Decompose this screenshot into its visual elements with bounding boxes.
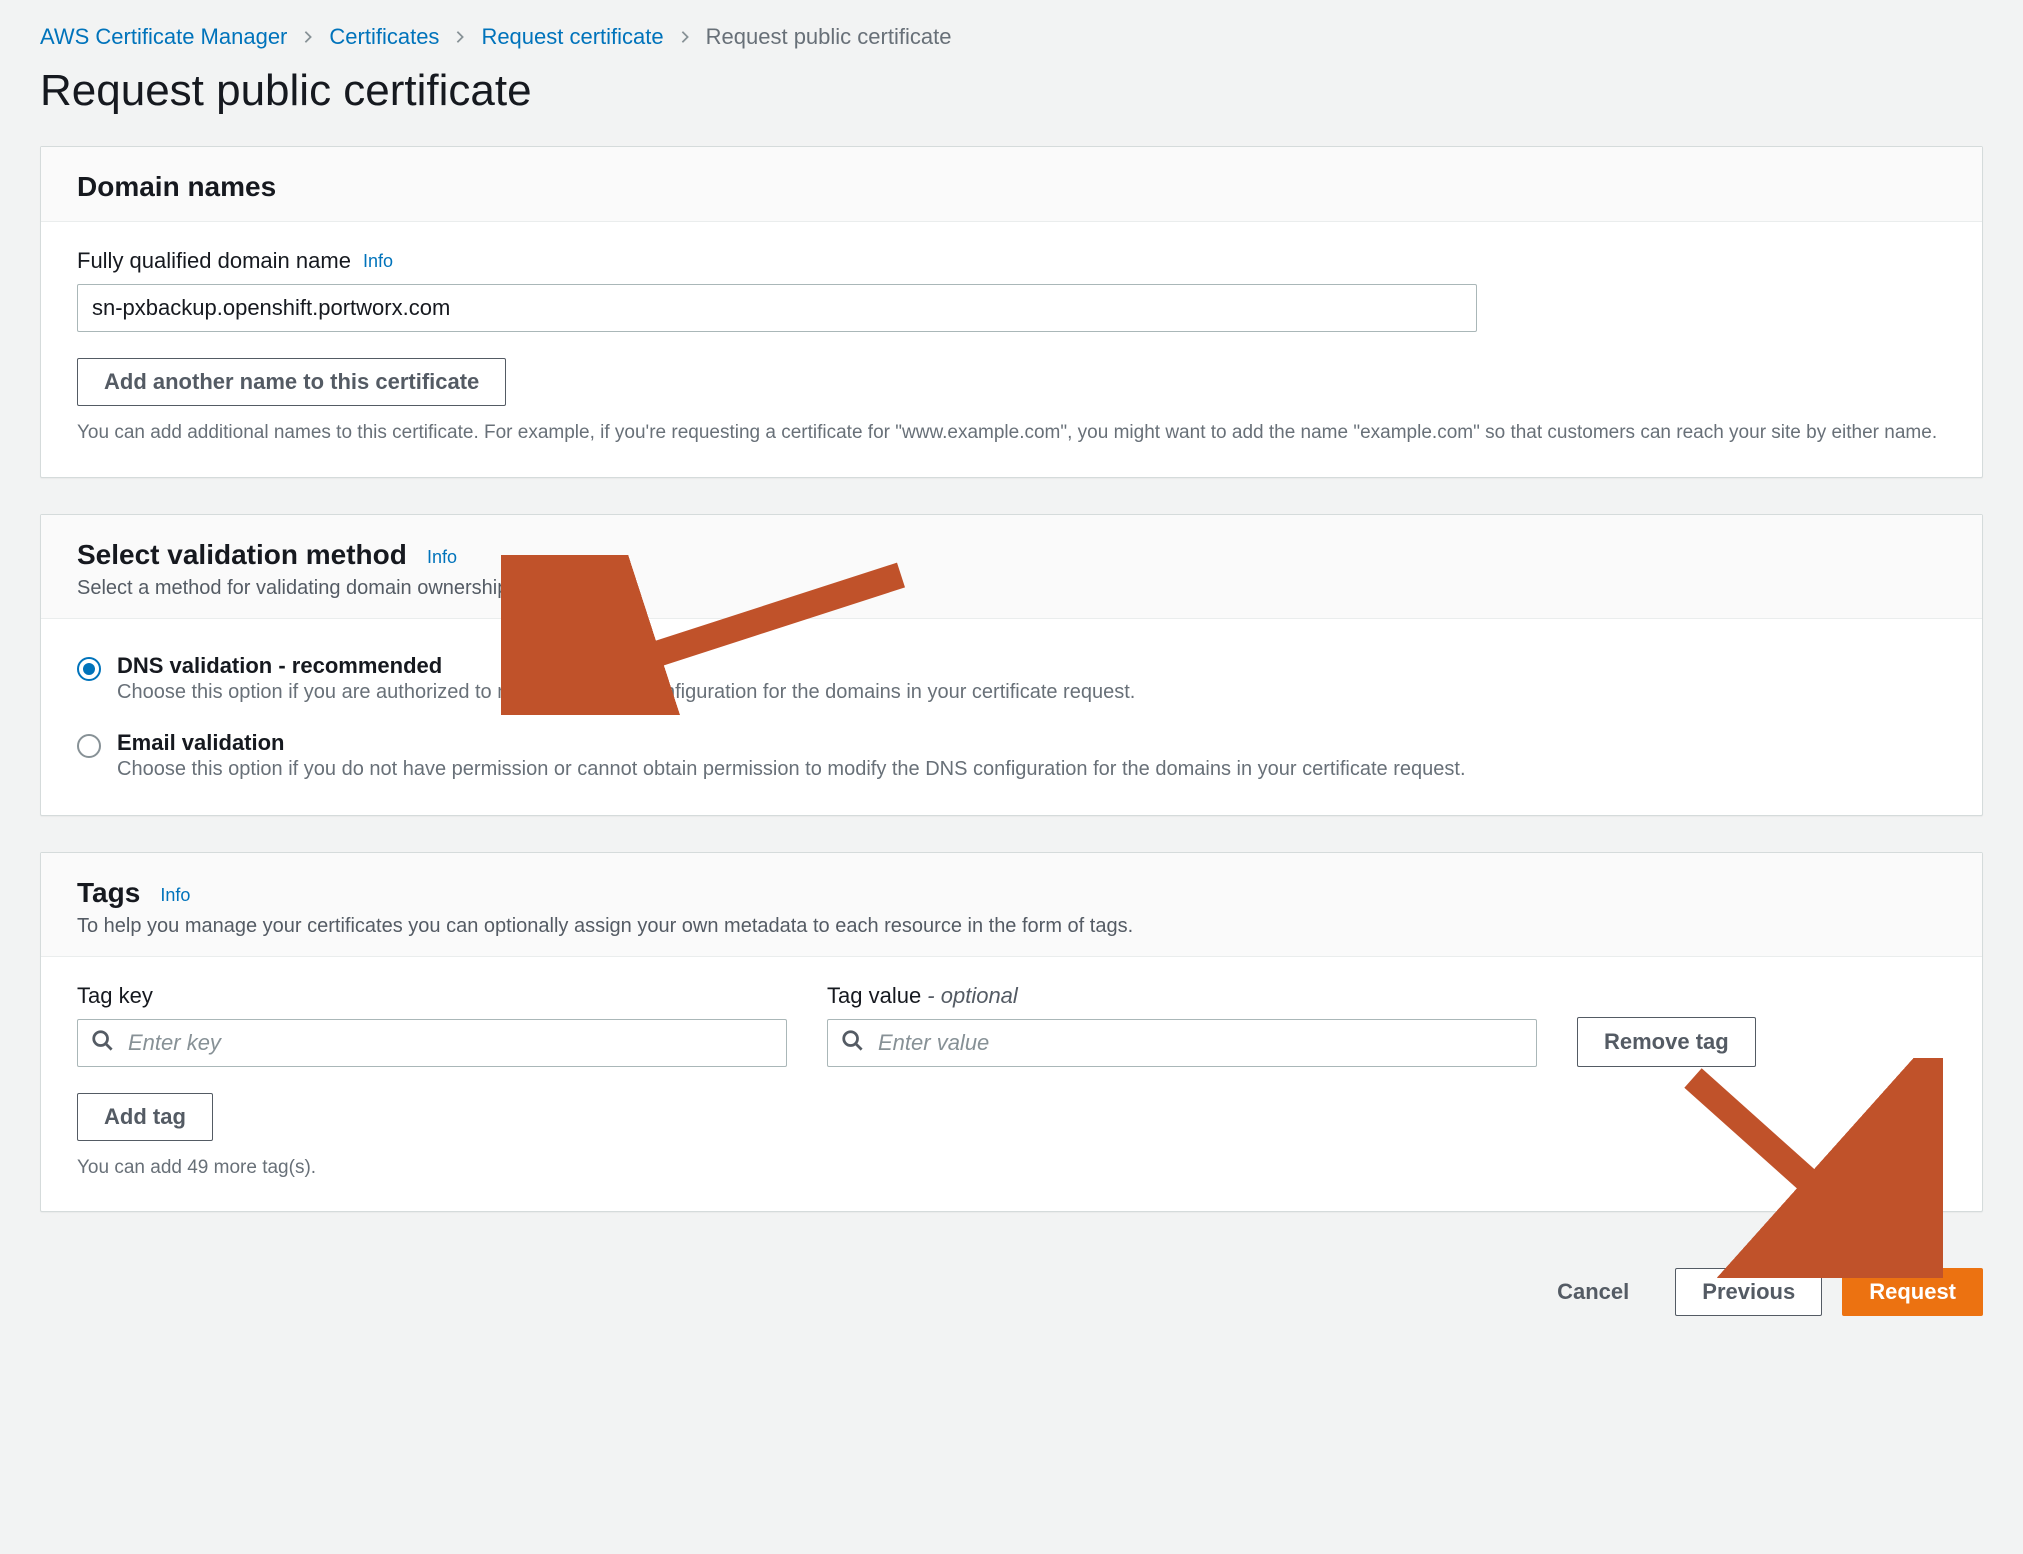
panel-validation-method: Select validation method Info Select a m…: [40, 514, 1983, 816]
fqdn-label: Fully qualified domain name: [77, 248, 351, 274]
tag-value-input[interactable]: [827, 1019, 1537, 1067]
info-link-fqdn[interactable]: Info: [363, 251, 393, 272]
cancel-button[interactable]: Cancel: [1531, 1268, 1655, 1316]
info-link-tags[interactable]: Info: [160, 885, 190, 905]
panel-domain-names-title: Domain names: [77, 171, 276, 203]
search-icon: [841, 1029, 863, 1057]
fqdn-input[interactable]: [77, 284, 1477, 332]
previous-button[interactable]: Previous: [1675, 1268, 1822, 1316]
option-dns-label: DNS validation - recommended: [117, 653, 1135, 679]
option-email-desc: Choose this option if you do not have pe…: [117, 758, 1466, 781]
add-another-name-button[interactable]: Add another name to this certificate: [77, 358, 506, 406]
tag-key-label: Tag key: [77, 983, 787, 1009]
add-tag-button[interactable]: Add tag: [77, 1093, 213, 1141]
panel-validation-subtitle: Select a method for validating domain ow…: [77, 577, 1946, 600]
panel-domain-names: Domain names Fully qualified domain name…: [40, 146, 1983, 478]
option-dns-validation[interactable]: DNS validation - recommended Choose this…: [77, 653, 1946, 704]
breadcrumb-link-request[interactable]: Request certificate: [481, 24, 663, 50]
tag-value-label: Tag value: [827, 983, 921, 1008]
info-link-validation[interactable]: Info: [427, 547, 457, 567]
panel-tags-title: Tags: [77, 877, 140, 909]
breadcrumb-current: Request public certificate: [706, 24, 952, 50]
radio-icon: [77, 657, 101, 681]
radio-icon: [77, 734, 101, 758]
option-email-validation[interactable]: Email validation Choose this option if y…: [77, 730, 1946, 781]
chevron-right-icon: [678, 30, 692, 44]
tag-key-input[interactable]: [77, 1019, 787, 1067]
breadcrumb-link-certificates[interactable]: Certificates: [329, 24, 439, 50]
breadcrumb-link-acm[interactable]: AWS Certificate Manager: [40, 24, 287, 50]
search-icon: [91, 1029, 113, 1057]
domain-help-text: You can add additional names to this cer…: [77, 420, 1946, 447]
chevron-right-icon: [301, 30, 315, 44]
panel-validation-title: Select validation method: [77, 539, 407, 571]
option-email-label: Email validation: [117, 730, 1466, 756]
panel-tags: Tags Info To help you manage your certif…: [40, 852, 1983, 1213]
tag-value-optional: - optional: [921, 983, 1018, 1008]
panel-tags-subtitle: To help you manage your certificates you…: [77, 915, 1946, 938]
tag-limit-text: You can add 49 more tag(s).: [77, 1155, 1946, 1182]
option-dns-desc: Choose this option if you are authorized…: [117, 681, 1135, 704]
breadcrumb: AWS Certificate Manager Certificates Req…: [40, 20, 1983, 60]
page-actions: Cancel Previous Request: [40, 1248, 1983, 1316]
page-title: Request public certificate: [40, 66, 1983, 116]
chevron-right-icon: [453, 30, 467, 44]
remove-tag-button[interactable]: Remove tag: [1577, 1017, 1756, 1067]
request-button[interactable]: Request: [1842, 1268, 1983, 1316]
page-content: AWS Certificate Manager Certificates Req…: [0, 0, 2023, 1356]
